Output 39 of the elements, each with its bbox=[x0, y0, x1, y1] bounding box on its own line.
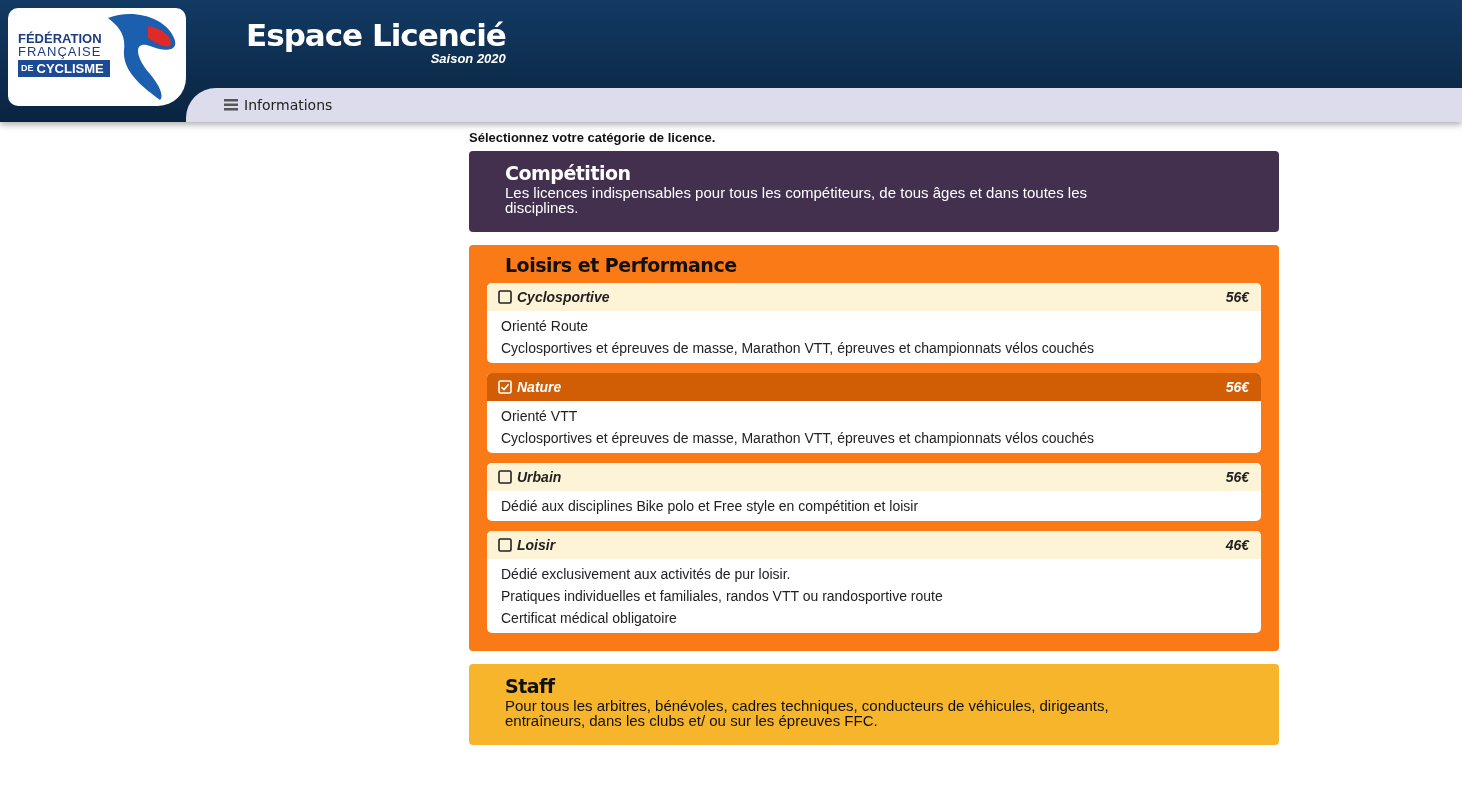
site-title: Espace Licencié bbox=[246, 20, 506, 51]
option-detail: Dédié exclusivement aux activités de pur loisir. bbox=[501, 564, 792, 584]
checkbox-icon[interactable] bbox=[498, 469, 512, 484]
logo-text: DE bbox=[21, 64, 34, 73]
checkbox-icon[interactable] bbox=[498, 537, 512, 552]
category-title: Loisirs et Performance bbox=[504, 254, 738, 277]
option-name: Nature bbox=[517, 378, 562, 395]
category-title: Compétition bbox=[505, 163, 632, 185]
logo-text: CYCLISME bbox=[36, 62, 104, 75]
category-card[interactable]: Staff Pour tous les arbitres, bénévoles, cadres techniques, conducteurs de véhicules, dirigeants, entraîneurs, dans les clubs et/ ou sur les épreuves FFC. bbox=[469, 663, 1279, 745]
season-label: Saison 2020 bbox=[430, 51, 506, 66]
menu-icon bbox=[224, 99, 238, 111]
option-name: Loisir bbox=[517, 536, 556, 553]
license-option[interactable]: Loisir 46€ Dédié exclusivement aux activités de pur loisir. Pratiques individuelles et familiales, randos VTT ou randosportive route Certificat médical obligatoire bbox=[487, 530, 1261, 633]
category-description: Pour tous les arbitres, bénévoles, cadres techniques, conducteurs de véhicules, dirigeants, entraîneurs, dans les clubs et/ ou sur les épreuves FFC. bbox=[505, 697, 1110, 728]
option-price: 46€ bbox=[1225, 536, 1249, 553]
option-detail: Certificat médical obligatoire bbox=[501, 608, 678, 628]
category-title: Staff bbox=[505, 675, 557, 698]
option-detail: Orienté Route bbox=[501, 316, 590, 336]
logo-text: FRANÇAISE bbox=[18, 45, 103, 58]
license-option[interactable]: Cyclosportive 56€ Orienté Route Cyclosportives et épreuves de masse, Marathon VTT, épreuves et championnats vélos couchés bbox=[487, 282, 1261, 363]
intro-text: Sélectionnez votre catégorie de licence. bbox=[469, 130, 717, 145]
option-price: 56€ bbox=[1225, 468, 1249, 485]
option-price: 56€ bbox=[1225, 288, 1249, 305]
option-price: 56€ bbox=[1225, 378, 1249, 395]
logo-text: FÉDÉRATION bbox=[18, 32, 103, 45]
category-description: Les licences indispensables pour tous les compétiteurs, de tous âges et dans toutes les disciplines. bbox=[505, 184, 1088, 215]
option-detail: Pratiques individuelles et familiales, randos VTT ou randosportive route bbox=[501, 586, 944, 606]
nav-link[interactable]: Informations bbox=[224, 97, 333, 113]
option-detail: Orienté VTT bbox=[501, 406, 579, 426]
license-option[interactable]: Urbain 56€ Dédié aux disciplines Bike polo et Free style en compétition et loisir bbox=[487, 462, 1261, 521]
license-option[interactable]: Nature 56€ Orienté VTT Cyclosportives et épreuves de masse, Marathon VTT, épreuves et championnats vélos couchés bbox=[487, 372, 1261, 453]
category-card[interactable]: Compétition Les licences indispensables pour tous les compétiteurs, de tous âges et dans toutes les disciplines. bbox=[469, 151, 1279, 232]
option-detail: Dédié aux disciplines Bike polo et Free style en compétition et loisir bbox=[501, 496, 920, 516]
option-name: Urbain bbox=[517, 468, 562, 485]
checkbox-icon[interactable] bbox=[498, 289, 512, 304]
option-detail: Cyclosportives et épreuves de masse, Marathon VTT, épreuves et championnats vélos couchés bbox=[501, 428, 1095, 448]
option-name: Cyclosportive bbox=[517, 288, 610, 305]
option-detail: Cyclosportives et épreuves de masse, Marathon VTT, épreuves et championnats vélos couchés bbox=[501, 338, 1095, 358]
